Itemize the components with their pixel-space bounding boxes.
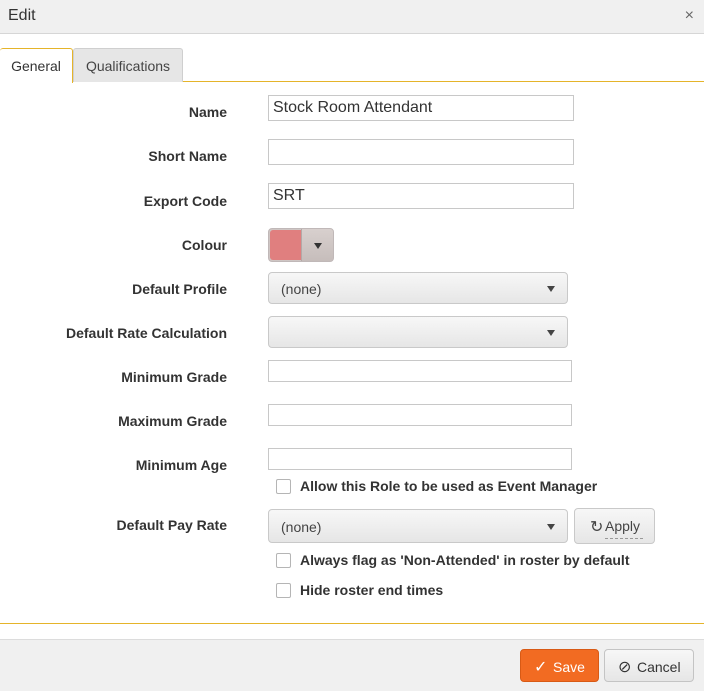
apply-label: Apply <box>605 518 641 534</box>
colour-picker[interactable] <box>268 228 334 262</box>
export-code-label: Export Code <box>143 193 227 209</box>
min-grade-label: Minimum Grade <box>121 369 227 385</box>
default-profile-value: (none) <box>281 281 322 297</box>
hide-end-times-label[interactable]: Hide roster end times <box>300 582 443 598</box>
dialog-footer: ✓ Save ⊘ Cancel <box>0 639 704 691</box>
cancel-button[interactable]: ⊘ Cancel <box>604 649 694 682</box>
event-manager-label[interactable]: Allow this Role to be used as Event Mana… <box>300 478 597 494</box>
max-grade-input[interactable] <box>268 404 572 426</box>
chevron-down-icon <box>314 243 322 249</box>
close-icon[interactable]: × <box>685 6 694 26</box>
export-code-input[interactable]: SRT <box>268 183 574 209</box>
min-age-input[interactable] <box>268 448 572 470</box>
dialog-titlebar: Edit × <box>0 0 704 34</box>
cancel-icon: ⊘ <box>618 659 632 676</box>
apply-underline <box>605 538 643 539</box>
default-rate-calc-label: Default Rate Calculation <box>65 325 227 341</box>
non-attended-checkbox[interactable] <box>276 553 291 568</box>
max-grade-label: Maximum Grade <box>118 413 227 429</box>
tab-bar: General Qualifications <box>0 48 704 83</box>
short-name-input[interactable] <box>268 139 574 165</box>
name-label: Name <box>188 104 227 120</box>
hide-end-times-checkbox[interactable] <box>276 583 291 598</box>
default-profile-label: Default Profile <box>132 281 227 297</box>
chevron-down-icon <box>547 286 555 292</box>
refresh-icon: ↻ <box>590 519 604 536</box>
min-age-label: Minimum Age <box>135 457 227 473</box>
default-profile-select[interactable]: (none) <box>268 272 568 304</box>
default-pay-rate-select[interactable]: (none) <box>268 509 568 543</box>
colour-dropdown-button[interactable] <box>301 229 333 261</box>
tab-general[interactable]: General <box>0 48 73 83</box>
chevron-down-icon <box>547 524 555 530</box>
default-rate-calc-select[interactable] <box>268 316 568 348</box>
event-manager-checkbox[interactable] <box>276 479 291 494</box>
default-pay-rate-label: Default Pay Rate <box>116 517 227 533</box>
checkmark-icon: ✓ <box>534 659 548 676</box>
min-grade-input[interactable] <box>268 360 572 382</box>
default-pay-rate-value: (none) <box>281 519 322 535</box>
name-input[interactable]: Stock Room Attendant <box>268 95 574 121</box>
save-label: Save <box>553 659 585 675</box>
save-button[interactable]: ✓ Save <box>520 649 599 682</box>
non-attended-label[interactable]: Always flag as 'Non-Attended' in roster … <box>300 552 630 568</box>
content-divider <box>0 623 704 624</box>
colour-swatch <box>270 230 301 260</box>
colour-label: Colour <box>181 237 227 253</box>
apply-button[interactable]: ↻ Apply <box>574 508 655 544</box>
dialog-title: Edit <box>8 7 36 24</box>
short-name-label: Short Name <box>148 148 227 164</box>
cancel-label: Cancel <box>637 659 681 675</box>
tab-qualifications[interactable]: Qualifications <box>73 48 183 82</box>
chevron-down-icon <box>547 330 555 336</box>
